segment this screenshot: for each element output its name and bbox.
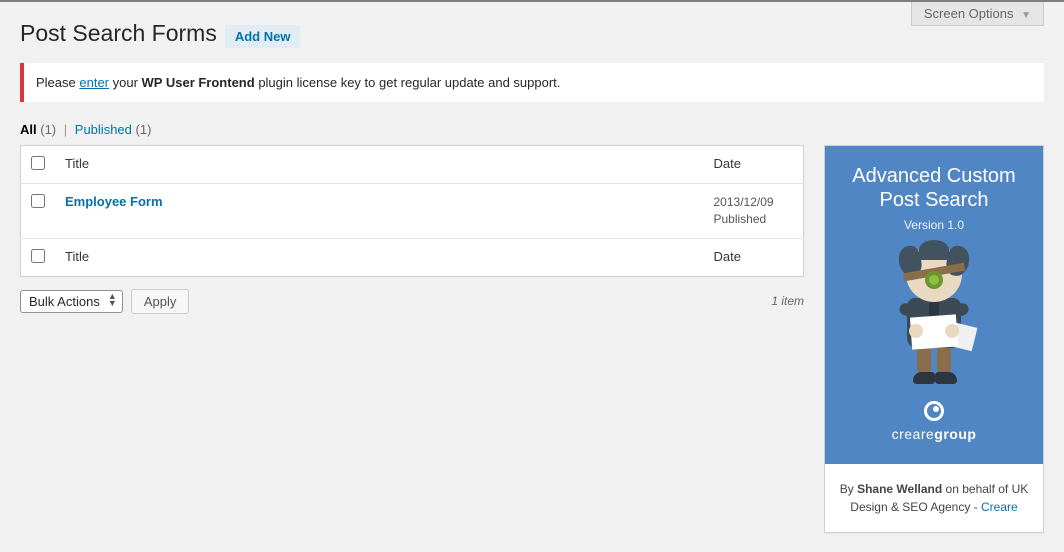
notice-suffix: plugin license key to get regular update…: [255, 75, 561, 90]
plugin-credits: By Shane Welland on behalf of UK Design …: [825, 464, 1043, 532]
apply-button[interactable]: Apply: [131, 289, 190, 314]
screen-options-label: Screen Options: [924, 6, 1014, 21]
enter-license-link[interactable]: enter: [79, 75, 109, 90]
brand-ring-icon: [924, 401, 944, 421]
filter-separator: |: [64, 122, 67, 137]
filter-published-count: (1): [136, 122, 152, 137]
bulk-actions-select[interactable]: Bulk Actions ▲▼: [20, 290, 123, 313]
col-date-header[interactable]: Date: [704, 146, 804, 184]
agency-link[interactable]: Creare: [981, 500, 1018, 514]
page-title: Post Search Forms: [20, 20, 217, 47]
mascot-illustration: [869, 246, 999, 391]
brand-text-light: creare: [892, 426, 935, 442]
forms-table: Title Date Employee Form 2013/12/09 Publ…: [20, 145, 804, 277]
select-arrows-icon: ▲▼: [108, 293, 117, 307]
row-checkbox[interactable]: [31, 194, 45, 208]
license-notice: Please enter your WP User Frontend plugi…: [20, 63, 1044, 102]
product-name-line2: Post Search: [835, 188, 1033, 212]
by-label: By: [840, 482, 857, 496]
select-all-bottom[interactable]: [31, 249, 45, 263]
filter-all-link[interactable]: All: [20, 122, 37, 137]
item-count: 1 item: [771, 294, 804, 308]
author-name: Shane Welland: [857, 482, 942, 496]
table-row: Employee Form 2013/12/09 Published: [21, 184, 804, 239]
bulk-actions-selected: Bulk Actions: [29, 294, 100, 309]
brand-text-bold: group: [934, 426, 976, 442]
plugin-info-card: Advanced Custom Post Search Version 1.0: [824, 145, 1044, 533]
chevron-down-icon: ▼: [1021, 10, 1031, 21]
select-all-top[interactable]: [31, 156, 45, 170]
filter-published-link[interactable]: Published: [75, 122, 132, 137]
status-filters: All (1) | Published (1): [20, 122, 1044, 137]
brand-logo: crearegroup: [835, 401, 1033, 442]
row-date: 2013/12/09: [714, 194, 794, 211]
col-title-footer[interactable]: Title: [55, 238, 704, 276]
product-name-line1: Advanced Custom: [835, 164, 1033, 188]
page-heading: Post Search Forms Add New: [20, 20, 1044, 48]
add-new-button[interactable]: Add New: [225, 25, 301, 48]
plugin-info-header: Advanced Custom Post Search Version 1.0: [825, 146, 1043, 464]
row-title-link[interactable]: Employee Form: [65, 194, 163, 209]
col-title-header[interactable]: Title: [55, 146, 704, 184]
notice-plugin-name: WP User Frontend: [142, 75, 255, 90]
product-version: Version 1.0: [835, 218, 1033, 232]
screen-options-button[interactable]: Screen Options ▼: [911, 2, 1044, 26]
row-status: Published: [714, 211, 794, 228]
notice-prefix: Please: [36, 75, 79, 90]
notice-mid: your: [109, 75, 142, 90]
col-checkbox-header: [21, 146, 56, 184]
filter-all-count: (1): [40, 122, 56, 137]
col-date-footer[interactable]: Date: [704, 238, 804, 276]
